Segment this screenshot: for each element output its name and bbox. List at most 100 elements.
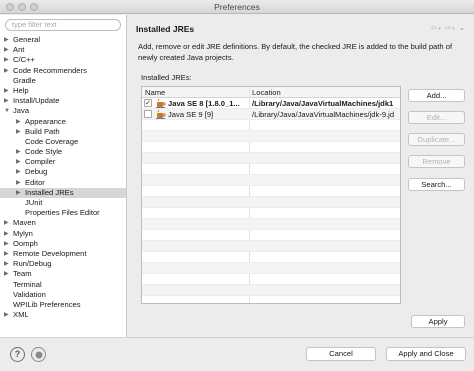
sidebar-item-remote-development[interactable]: ▶ Remote Development [0, 249, 126, 259]
sidebar-item-code-coverage[interactable]: Code Coverage [0, 137, 126, 147]
jre-default-checkbox[interactable]: ✓ [144, 99, 152, 107]
sidebar-item-label: Java [13, 106, 30, 116]
sidebar-item-oomph[interactable]: ▶ Oomph [0, 239, 126, 249]
sidebar-item-xml[interactable]: ▶ XML [0, 310, 126, 320]
sidebar-item-label: Build Path [25, 126, 60, 136]
sidebar-item-label: Code Style [25, 147, 63, 157]
sidebar-item-gradle[interactable]: Gradle [0, 76, 126, 86]
collapsed-arrow-icon[interactable]: ▶ [4, 269, 9, 279]
sidebar-item-installed-jres[interactable]: ▶ Installed JREs [0, 187, 126, 198]
cancel-button[interactable]: Cancel [306, 347, 376, 361]
collapsed-arrow-icon[interactable]: ▶ [4, 218, 9, 228]
sidebar-item-compiler[interactable]: ▶ Compiler [0, 157, 126, 167]
installed-jres-page: Installed JREs ⇦▾ ⇨▾ ⌄ Add, remove or ed… [128, 15, 474, 337]
empty-table-row [142, 230, 400, 241]
add-jre-button[interactable]: Add... [408, 89, 465, 102]
sidebar-item-team[interactable]: ▶ Team [0, 269, 126, 279]
sidebar-item-code-style[interactable]: ▶ Code Style [0, 147, 126, 157]
sidebar-item-general[interactable]: ▶ General [0, 35, 126, 45]
sidebar-item-label: Terminal [13, 279, 42, 289]
sidebar-item-ant[interactable]: ▶ Ant [0, 45, 126, 55]
sidebar-item-label: XML [13, 310, 29, 320]
sidebar-item-terminal[interactable]: Terminal [0, 280, 126, 290]
sidebar-item-code-recommenders[interactable]: ▶ Code Recommenders [0, 66, 126, 76]
collapsed-arrow-icon[interactable]: ▶ [4, 86, 9, 96]
sidebar-item-mylyn[interactable]: ▶ Mylyn [0, 229, 126, 239]
collapsed-arrow-icon[interactable]: ▶ [16, 178, 21, 188]
sidebar-item-c-c[interactable]: ▶ C/C++ [0, 55, 126, 65]
collapsed-arrow-icon[interactable]: ▶ [16, 117, 21, 127]
sidebar-item-run-debug[interactable]: ▶ Run/Debug [0, 259, 126, 269]
forward-arrow-icon[interactable]: ⇨ [445, 23, 452, 32]
jre-name: Java SE 8 [1.8.0_1... [168, 99, 240, 108]
sidebar-item-properties-files-editor[interactable]: Properties Files Editor [0, 208, 126, 218]
jre-icon [156, 108, 166, 119]
empty-table-row [142, 142, 400, 153]
sidebar-item-label: Run/Debug [13, 259, 52, 269]
collapsed-arrow-icon[interactable]: ▶ [4, 310, 9, 320]
collapsed-arrow-icon[interactable]: ▶ [16, 127, 21, 137]
collapsed-arrow-icon[interactable]: ▶ [16, 167, 21, 177]
jre-row[interactable]: ✓ Java SE 8 [1.8.0_1... /Library/Java/Java… [142, 97, 400, 109]
collapsed-arrow-icon[interactable]: ▶ [4, 45, 9, 55]
sidebar-item-label: Maven [13, 218, 36, 228]
remove-jre-button[interactable]: Remove [408, 155, 465, 168]
jre-default-checkbox[interactable] [144, 110, 152, 118]
sidebar-item-label: Editor [25, 177, 45, 187]
sidebar-item-editor[interactable]: ▶ Editor [0, 178, 126, 188]
collapsed-arrow-icon[interactable]: ▶ [4, 259, 9, 269]
sidebar-item-java[interactable]: ▼ Java [0, 106, 126, 116]
sidebar-item-junit[interactable]: JUnit [0, 198, 126, 208]
dialog-footer: ? Cancel Apply and Close [0, 337, 474, 371]
empty-table-row [142, 263, 400, 274]
column-header-name[interactable]: Name [145, 88, 165, 97]
collapsed-arrow-icon[interactable]: ▶ [16, 157, 21, 167]
import-export-icon[interactable] [31, 347, 46, 362]
sidebar-item-build-path[interactable]: ▶ Build Path [0, 127, 126, 137]
collapsed-arrow-icon[interactable]: ▶ [4, 239, 9, 249]
sidebar-item-appearance[interactable]: ▶ Appearance [0, 117, 126, 127]
sidebar-item-label: Debug [25, 167, 48, 177]
expanded-arrow-icon[interactable]: ▼ [4, 106, 10, 116]
check-icon: ✓ [145, 100, 151, 107]
help-icon[interactable]: ? [10, 347, 25, 362]
sidebar-item-label: Install/Update [13, 96, 60, 106]
empty-table-row [142, 120, 400, 131]
jre-name: Java SE 9 [9] [168, 110, 214, 119]
collapsed-arrow-icon[interactable]: ▶ [4, 55, 9, 65]
back-dropdown-icon[interactable]: ▾ [438, 26, 442, 32]
sidebar-item-debug[interactable]: ▶ Debug [0, 167, 126, 177]
jre-row[interactable]: Java SE 9 [9] /Library/Java/JavaVirtualMa… [142, 108, 400, 120]
sidebar-item-label: Compiler [25, 157, 56, 167]
menu-chevron-icon[interactable]: ⌄ [459, 23, 466, 32]
sidebar-item-install-update[interactable]: ▶ Install/Update [0, 96, 126, 106]
collapsed-arrow-icon[interactable]: ▶ [4, 229, 9, 239]
collapsed-arrow-icon[interactable]: ▶ [16, 147, 21, 157]
collapsed-arrow-icon[interactable]: ▶ [4, 66, 9, 76]
sidebar-item-label: Ant [13, 45, 25, 55]
installed-jres-label: Installed JREs: [141, 73, 192, 82]
sidebar-item-validation[interactable]: Validation [0, 290, 126, 300]
collapsed-arrow-icon[interactable]: ▶ [4, 96, 9, 106]
jre-table: Name Location ✓ Java SE 8 [1.8.0_1... /Lib… [141, 86, 401, 304]
empty-table-row [142, 131, 400, 142]
forward-dropdown-icon[interactable]: ▾ [452, 26, 456, 32]
collapsed-arrow-icon[interactable]: ▶ [16, 188, 21, 198]
sidebar-item-wpilib-preferences[interactable]: WPILib Preferences [0, 300, 126, 310]
sidebar-item-label: General [13, 35, 41, 44]
empty-table-row [142, 219, 400, 230]
empty-table-row [142, 274, 400, 285]
duplicate-jre-button[interactable]: Duplicate... [408, 133, 465, 146]
edit-jre-button[interactable]: Edit... [408, 111, 465, 124]
filter-input[interactable]: type filter text [5, 19, 121, 31]
sidebar-item-maven[interactable]: ▶ Maven [0, 218, 126, 228]
column-header-location[interactable]: Location [252, 88, 281, 97]
sidebar-item-label: Gradle [13, 75, 36, 85]
apply-and-close-button[interactable]: Apply and Close [386, 347, 466, 361]
sidebar-item-help[interactable]: ▶ Help [0, 86, 126, 96]
collapsed-arrow-icon[interactable]: ▶ [4, 35, 9, 45]
search-jre-button[interactable]: Search... [408, 178, 465, 191]
apply-button[interactable]: Apply [411, 315, 465, 328]
preferences-tree: ▶ General ▶ Ant ▶ C/C++ ▶ Code Recommenders Grad… [0, 35, 126, 320]
collapsed-arrow-icon[interactable]: ▶ [4, 249, 9, 259]
